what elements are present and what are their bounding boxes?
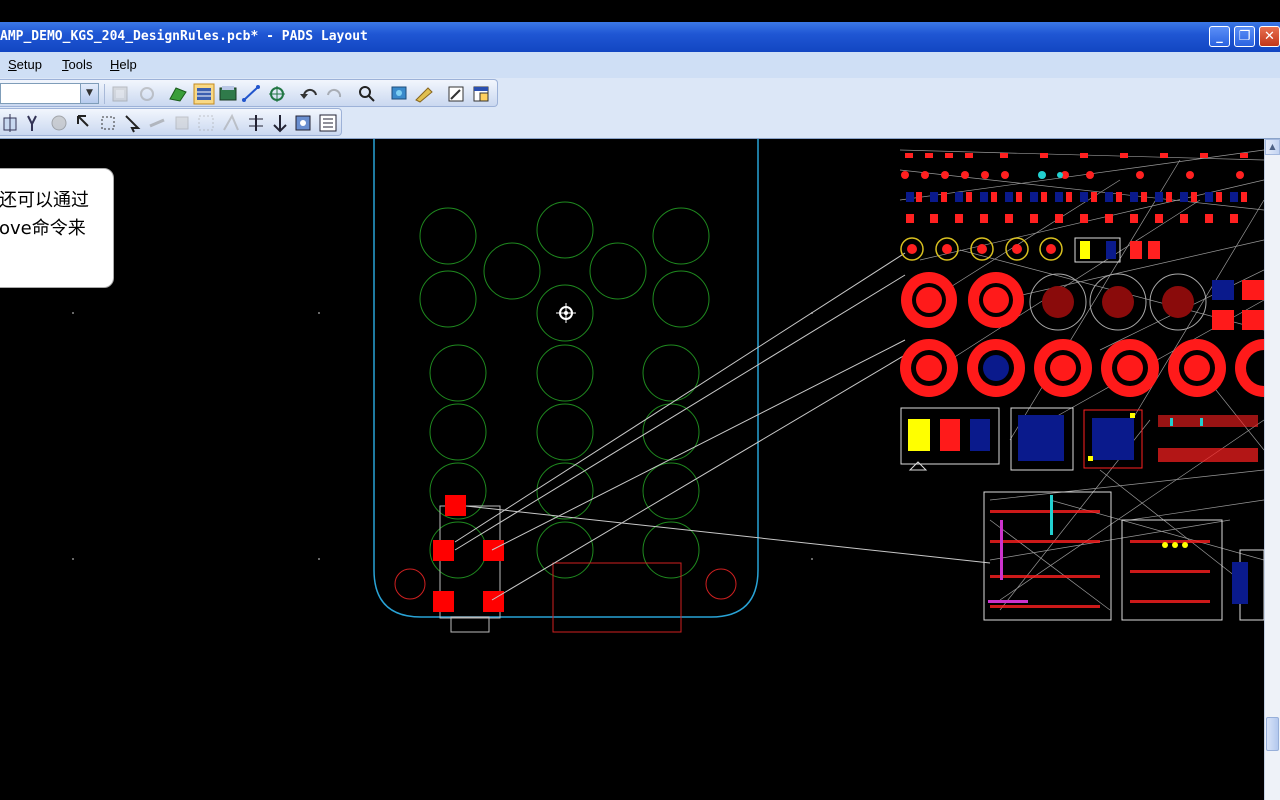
edit-toolbar-icons: [3, 113, 337, 133]
menu-tools[interactable]: Tools: [62, 57, 92, 72]
redo-icon[interactable]: [327, 88, 342, 98]
minimize-button[interactable]: _: [1209, 26, 1230, 47]
layer-combo[interactable]: ▼: [0, 83, 99, 104]
menu-help[interactable]: Help: [110, 57, 137, 72]
tutorial-callout: 还可以通过 ove命令来: [0, 168, 114, 288]
pcb-workspace[interactable]: [0, 139, 1264, 800]
drafting-toolbar-icon[interactable]: [193, 83, 215, 105]
mounting-hole: [705, 568, 737, 600]
eco-toolbar-icon[interactable]: [219, 86, 237, 101]
select-mode-icon[interactable]: [125, 115, 141, 133]
union-icon[interactable]: [249, 115, 263, 131]
properties-icon[interactable]: [112, 86, 128, 102]
radial-move-icon[interactable]: [101, 116, 115, 130]
menu-setup[interactable]: Setup: [8, 57, 42, 72]
view-nets-icon[interactable]: [391, 86, 407, 100]
bga-icon[interactable]: [269, 86, 285, 102]
edit-toolbar: [0, 108, 342, 136]
connector-outline: [552, 562, 682, 633]
select-icon[interactable]: [77, 115, 89, 127]
zoom-icon[interactable]: [359, 86, 375, 102]
menu-bar: Setup Tools Help: [0, 52, 1280, 78]
list-icon[interactable]: [319, 114, 337, 132]
design-toolbar-icon[interactable]: [169, 87, 187, 102]
window-title: AMP_DEMO_KGS_204_DesignRules.pcb* - PADS…: [0, 29, 368, 44]
spin-icon[interactable]: [175, 116, 189, 130]
undo-icon[interactable]: [300, 88, 317, 99]
maximize-icon: ❐: [1238, 29, 1251, 44]
route-icon[interactable]: [242, 85, 260, 102]
refresh-icon[interactable]: [140, 87, 154, 101]
maximize-button[interactable]: ❐: [1234, 26, 1255, 47]
swap-icon[interactable]: [198, 115, 214, 131]
vertical-scrollbar[interactable]: ▲: [1264, 139, 1280, 800]
align-icon[interactable]: [273, 115, 287, 133]
scroll-up-button[interactable]: ▲: [1265, 139, 1280, 155]
close-icon: ✕: [1264, 29, 1275, 44]
standard-toolbar-icons: [112, 83, 489, 105]
origin-marker: [556, 303, 576, 323]
close-button[interactable]: ✕: [1259, 26, 1280, 47]
callout-line-1: 还可以通过: [0, 190, 89, 211]
display-colors-icon[interactable]: [415, 87, 433, 103]
pan-icon[interactable]: [448, 86, 464, 102]
minimize-icon: _: [1216, 29, 1223, 44]
toolbar-area: ▼: [0, 78, 1280, 139]
callout-line-2: ove命令来: [0, 218, 86, 239]
scroll-thumb[interactable]: [1266, 717, 1279, 751]
drill-holes: [419, 201, 710, 579]
toolbar-separator: [104, 84, 105, 104]
title-bar: AMP_DEMO_KGS_204_DesignRules.pcb* - PADS…: [0, 22, 1280, 52]
flip-icon[interactable]: [149, 118, 165, 128]
component-cluster[interactable]: [899, 149, 1264, 621]
chevron-down-icon[interactable]: ▼: [80, 84, 98, 103]
mounting-hole: [394, 568, 426, 600]
standard-toolbar: ▼: [0, 79, 498, 107]
distribute-icon[interactable]: [295, 115, 311, 131]
window-icon[interactable]: [473, 86, 489, 102]
board-outline: [373, 139, 759, 618]
rotate-icon[interactable]: [51, 115, 67, 131]
cluster-icon[interactable]: [223, 113, 239, 131]
pcb-canvas[interactable]: [0, 139, 1264, 800]
move-icon[interactable]: [3, 114, 17, 132]
move-by-ref-icon[interactable]: [27, 115, 37, 131]
